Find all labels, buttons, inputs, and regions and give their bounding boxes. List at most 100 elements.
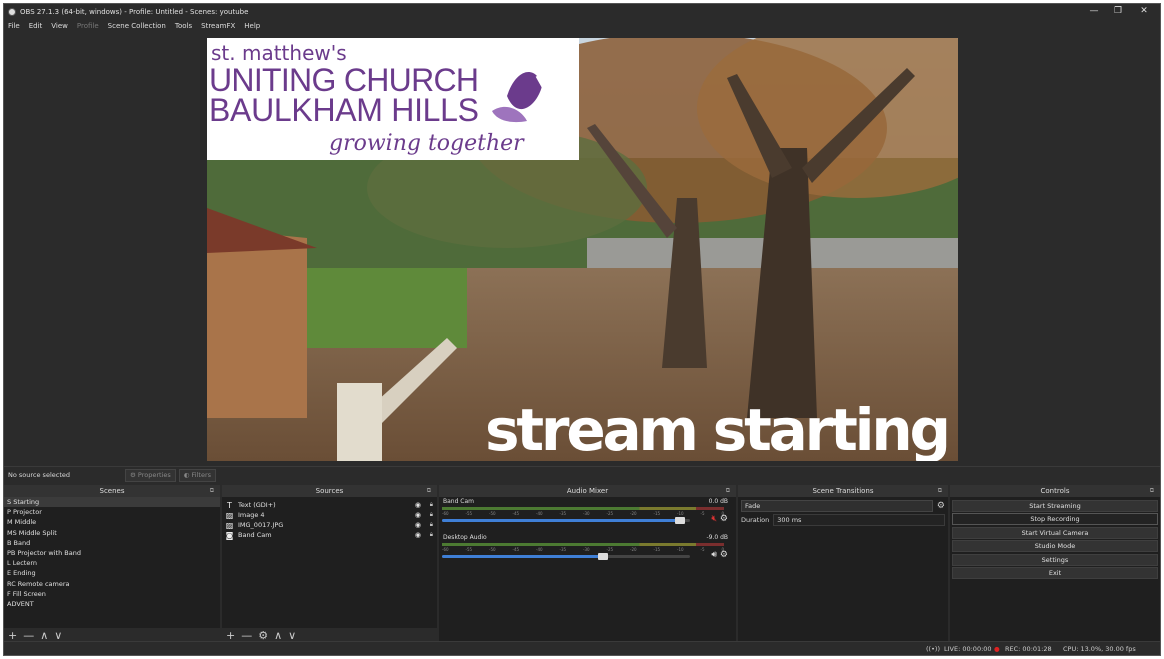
studio-mode-button[interactable]: Studio Mode: [952, 540, 1158, 552]
transition-settings: Fade ⚙ Duration 300 ms: [738, 497, 948, 643]
scene-item[interactable]: ADVENT: [4, 599, 220, 609]
scene-item[interactable]: MS Middle Split: [4, 528, 220, 538]
scene-item[interactable]: P Projector: [4, 507, 220, 517]
obs-logo-icon: [8, 7, 16, 16]
scenes-title: Scenes: [99, 487, 125, 495]
source-item[interactable]: ▨ IMG_0017.JPG ◉ 🔒︎: [222, 520, 437, 530]
image-source-icon: ▨: [225, 520, 234, 530]
exit-button[interactable]: Exit: [952, 567, 1158, 579]
channel-db: 0.0 dB: [708, 498, 728, 505]
menu-edit[interactable]: Edit: [29, 22, 43, 30]
meter-tick-label: -40: [536, 511, 543, 516]
duration-row: Duration 300 ms: [741, 513, 945, 527]
scene-item[interactable]: B Band: [4, 538, 220, 548]
lock-icon[interactable]: 🔒︎: [430, 501, 433, 509]
undock-icon[interactable]: ⧉: [726, 485, 730, 497]
slider-handle[interactable]: [675, 517, 685, 524]
source-item[interactable]: T Text (GDI+) ◉ 🔒︎: [222, 500, 437, 510]
scene-item[interactable]: RC Remote camera: [4, 579, 220, 589]
sources-title: Sources: [315, 487, 344, 495]
maximize-button[interactable]: ❐: [1104, 5, 1132, 18]
meter-tick-label: -20: [630, 547, 637, 552]
menu-bar: File Edit View Profile Scene Collection …: [4, 19, 1160, 33]
lock-icon[interactable]: 🔒︎: [430, 531, 433, 539]
filters-label: Filters: [191, 471, 211, 479]
start-streaming-button[interactable]: Start Streaming: [952, 499, 1158, 512]
meter-tick-label: -60: [442, 511, 449, 516]
volume-slider[interactable]: [442, 517, 690, 524]
meter-tick-label: -30: [583, 511, 590, 516]
start-virtual-camera-button[interactable]: Start Virtual Camera: [952, 526, 1158, 539]
meter-tick-label: -40: [536, 547, 543, 552]
properties-button[interactable]: ⚙ Properties: [125, 468, 176, 482]
meter-tick-label: -15: [653, 547, 661, 552]
menu-scene-collection[interactable]: Scene Collection: [108, 22, 166, 30]
meter-tick-label: -60: [442, 547, 449, 552]
undock-icon[interactable]: ⧉: [427, 485, 431, 497]
meter-tick-label: -45: [512, 547, 520, 552]
visibility-eye-icon[interactable]: ◉: [415, 501, 421, 509]
source-label: IMG_0017.JPG: [238, 521, 284, 529]
sources-dock: Sources ⧉ T Text (GDI+) ◉ 🔒︎ ▨ Image 4 ◉ 🔒︎ ▨ IM…: [222, 485, 437, 643]
undock-icon[interactable]: ⧉: [938, 485, 942, 497]
menu-tools[interactable]: Tools: [175, 22, 192, 30]
volume-slider[interactable]: [442, 553, 690, 560]
scene-item[interactable]: E Ending: [4, 568, 220, 578]
source-toolbar: No source selected ⚙ Properties ◐ Filter…: [4, 466, 1160, 483]
scene-item[interactable]: M Middle: [4, 517, 220, 527]
meter-tick-label: -35: [559, 511, 567, 516]
scene-item[interactable]: F Fill Screen: [4, 589, 220, 599]
cpu-fps: CPU: 13.0%, 30.00 fps: [1063, 645, 1136, 653]
undock-icon[interactable]: ⧉: [1150, 485, 1154, 497]
program-preview[interactable]: st. matthew's UNITING CHURCH BAULKHAM HI…: [207, 38, 958, 461]
source-list: T Text (GDI+) ◉ 🔒︎ ▨ Image 4 ◉ 🔒︎ ▨ IMG_0017.JP…: [222, 497, 437, 628]
visibility-eye-icon[interactable]: ◉: [415, 531, 421, 539]
scene-item[interactable]: L Lectern: [4, 558, 220, 568]
audio-mixer-title: Audio Mixer: [566, 487, 609, 495]
channel-name: Band Cam: [443, 498, 475, 505]
status-bar: ((•)) LIVE: 00:00:00 ● REC: 00:01:28 CPU…: [4, 641, 1160, 655]
menu-profile[interactable]: Profile: [77, 22, 99, 30]
speaker-icon[interactable]: 🔊︎: [711, 550, 717, 560]
source-item[interactable]: ◙ Band Cam ◉ 🔒︎: [222, 530, 437, 540]
transition-gear-icon[interactable]: ⚙: [937, 501, 945, 511]
menu-view[interactable]: View: [51, 22, 68, 30]
channel-name: Desktop Audio: [443, 534, 487, 541]
slider-handle[interactable]: [598, 553, 608, 560]
stream-starting-text: stream starting: [485, 396, 951, 461]
menu-help[interactable]: Help: [244, 22, 260, 30]
source-item[interactable]: ▨ Image 4 ◉ 🔒︎: [222, 510, 437, 520]
settings-button[interactable]: Settings: [952, 553, 1158, 566]
mixer-channel-desktop-audio: Desktop Audio -9.0 dB -60 -55 -50 -45 -40 -35…: [439, 533, 736, 569]
lock-icon[interactable]: 🔒︎: [430, 511, 433, 519]
mixer-icons: 🔇︎ ⚙: [711, 514, 728, 524]
visibility-eye-icon[interactable]: ◉: [415, 521, 421, 529]
preview-area: st. matthew's UNITING CHURCH BAULKHAM HI…: [4, 33, 1160, 466]
gear-icon[interactable]: ⚙: [720, 550, 728, 560]
filters-button[interactable]: ◐ Filters: [178, 468, 216, 482]
muted-speaker-icon[interactable]: 🔇︎: [711, 514, 717, 524]
no-source-label: No source selected: [8, 471, 70, 479]
close-button[interactable]: ✕: [1130, 5, 1158, 18]
logo-line-3: BAULKHAM HILLS: [209, 92, 479, 128]
meter-tick-label: -10: [677, 547, 684, 552]
visibility-eye-icon[interactable]: ◉: [415, 511, 421, 519]
gear-icon[interactable]: ⚙: [720, 514, 728, 524]
menu-file[interactable]: File: [8, 22, 20, 30]
controls-dock: Controls ⧉ Start Streaming Stop Recording…: [950, 485, 1160, 643]
duration-input[interactable]: 300 ms: [773, 514, 945, 526]
stop-recording-button[interactable]: Stop Recording: [952, 513, 1158, 525]
transition-row: Fade ⚙: [741, 499, 945, 512]
live-time: LIVE: 00:00:00: [944, 645, 992, 653]
transition-select[interactable]: Fade: [741, 499, 933, 512]
scene-item[interactable]: PB Projector with Band: [4, 548, 220, 558]
lock-icon[interactable]: 🔒︎: [430, 521, 433, 529]
slider-fill: [442, 519, 685, 522]
menu-streamfx[interactable]: StreamFX: [201, 22, 235, 30]
meter-tick-label: -55: [465, 547, 473, 552]
image-source-icon: ▨: [225, 510, 234, 520]
filter-icon: ◐: [183, 471, 190, 479]
meter-tick-label: -55: [465, 511, 473, 516]
scene-item[interactable]: S Starting: [4, 497, 220, 508]
undock-icon[interactable]: ⧉: [210, 485, 214, 497]
